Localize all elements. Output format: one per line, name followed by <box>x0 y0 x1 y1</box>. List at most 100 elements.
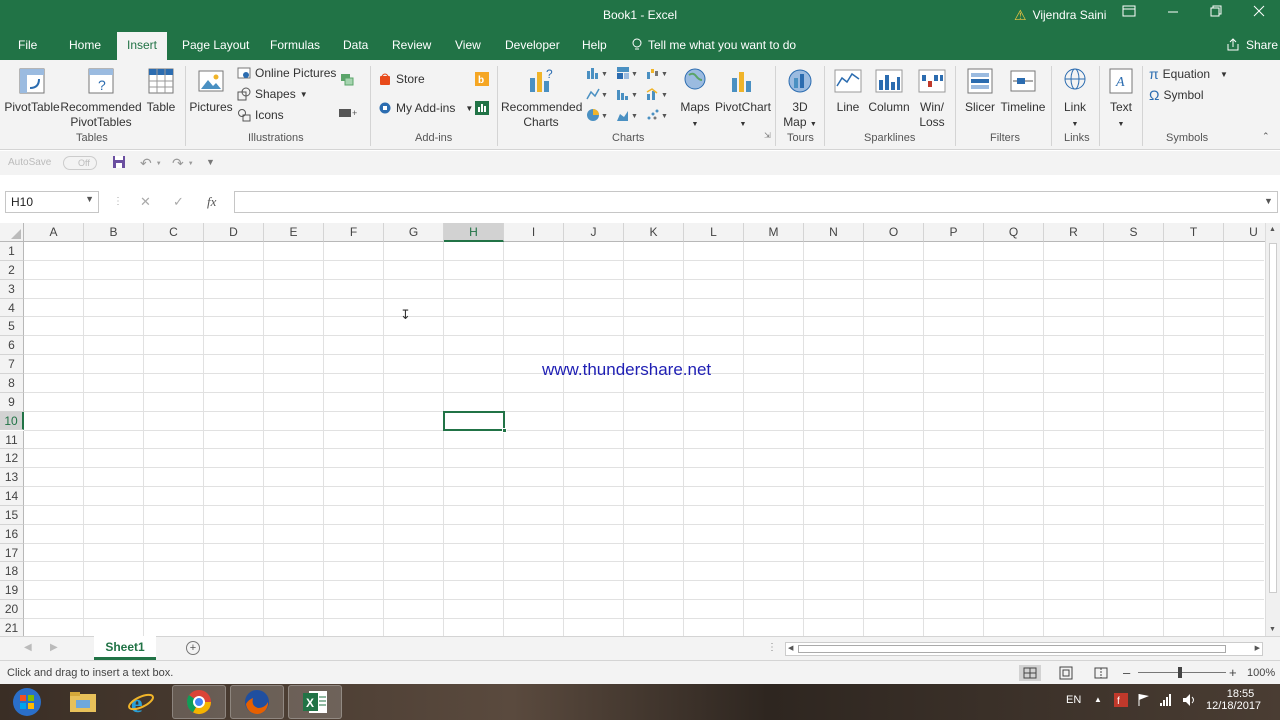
vertical-scroll-thumb[interactable] <box>1269 243 1277 593</box>
enter-entry-button[interactable]: ✓ <box>173 194 184 210</box>
pivottable-button[interactable]: PivotTable <box>4 66 60 115</box>
scatter-chart-button[interactable]: ▼ <box>646 108 668 122</box>
row-header-20[interactable]: 20 <box>0 600 24 619</box>
column-header-d[interactable]: D <box>204 223 264 242</box>
column-header-a[interactable]: A <box>24 223 84 242</box>
tell-me-search[interactable]: Tell me what you want to do <box>632 38 796 52</box>
column-header-i[interactable]: I <box>504 223 564 242</box>
line-chart-button[interactable]: ▼ <box>586 87 608 101</box>
chevron-down-icon[interactable]: ▼ <box>85 194 94 204</box>
row-header-13[interactable]: 13 <box>0 468 24 488</box>
add-sheet-button[interactable]: + <box>186 641 200 655</box>
zoom-slider-track[interactable] <box>1138 672 1226 673</box>
taskbar-firefox[interactable] <box>230 685 284 719</box>
column-header-m[interactable]: M <box>744 223 804 242</box>
minimize-button[interactable] <box>1161 5 1185 25</box>
fill-handle[interactable] <box>502 428 507 434</box>
row-header-4[interactable]: 4 <box>0 298 24 318</box>
column-header-h[interactable]: H <box>444 223 504 242</box>
row-header-16[interactable]: 16 <box>0 524 24 544</box>
show-hidden-icons-button[interactable]: ▲ <box>1094 695 1102 704</box>
link-button[interactable]: Link ▼ <box>1056 66 1094 132</box>
sparkline-line-button[interactable]: Line <box>829 66 867 115</box>
row-header-15[interactable]: 15 <box>0 505 24 525</box>
column-header-q[interactable]: Q <box>984 223 1044 242</box>
tab-file[interactable]: File <box>18 38 37 52</box>
area-chart-button[interactable]: ▼ <box>616 108 638 122</box>
collapse-ribbon-button[interactable]: ⌃ <box>1262 131 1270 142</box>
pie-chart-button[interactable]: ▼ <box>586 108 608 122</box>
network-icon[interactable] <box>1160 693 1174 710</box>
my-addins-button[interactable]: My Add-ins ▼ <box>378 101 473 115</box>
taskbar-excel[interactable]: X <box>288 685 342 719</box>
row-header-6[interactable]: 6 <box>0 336 24 356</box>
online-pictures-button[interactable]: Online Pictures <box>237 66 336 80</box>
restore-button[interactable] <box>1204 5 1228 25</box>
zoom-slider-thumb[interactable] <box>1178 667 1182 678</box>
column-header-t[interactable]: T <box>1164 223 1224 242</box>
pivotchart-button[interactable]: PivotChart ▼ <box>714 66 772 132</box>
taskbar-internet-explorer[interactable]: e <box>114 685 168 719</box>
row-header-10[interactable]: 10 <box>0 411 24 431</box>
icons-button[interactable]: Icons <box>237 108 284 122</box>
prev-sheet-icon[interactable]: ◀ <box>24 642 32 653</box>
tab-page-layout[interactable]: Page Layout <box>182 38 249 52</box>
maps-button[interactable]: Maps ▼ <box>676 66 714 132</box>
3d-map-button[interactable]: 3D Map ▼ <box>779 66 821 132</box>
row-header-19[interactable]: 19 <box>0 581 24 601</box>
taskbar-file-explorer[interactable] <box>56 685 110 719</box>
tab-bar-splitter[interactable]: ⋮ <box>767 642 777 653</box>
user-account[interactable]: ⚠ Vijendra Saini <box>1014 8 1106 22</box>
undo-button[interactable]: ↶ ▼ <box>140 155 162 172</box>
column-header-u[interactable]: U <box>1224 223 1265 242</box>
sparkline-winloss-button[interactable]: Win/ Loss <box>912 66 952 130</box>
vertical-scrollbar[interactable]: ▲ ▼ <box>1265 223 1280 636</box>
page-break-view-button[interactable] <box>1090 665 1112 681</box>
text-button[interactable]: A Text ▼ <box>1102 66 1140 132</box>
column-header-k[interactable]: K <box>624 223 684 242</box>
row-header-2[interactable]: 2 <box>0 260 24 280</box>
symbol-button[interactable]: Ω Symbol <box>1149 87 1203 103</box>
row-header-14[interactable]: 14 <box>0 487 24 506</box>
store-button[interactable]: Store <box>378 72 425 86</box>
hierarchy-chart-button[interactable]: ▼ <box>616 66 638 80</box>
close-button[interactable] <box>1247 5 1271 25</box>
row-header-12[interactable]: 12 <box>0 449 24 469</box>
scroll-right-icon[interactable]: ▶ <box>1255 644 1260 652</box>
tab-help[interactable]: Help <box>582 38 607 52</box>
sheet-tab-sheet1[interactable]: Sheet1 <box>94 636 156 660</box>
tab-developer[interactable]: Developer <box>505 38 560 52</box>
column-header-g[interactable]: G <box>384 223 444 242</box>
column-header-o[interactable]: O <box>864 223 924 242</box>
scroll-down-icon[interactable]: ▼ <box>1269 626 1276 633</box>
equation-button[interactable]: π Equation ▼ <box>1149 66 1228 82</box>
worksheet-grid[interactable]: ABCDEFGHIJKLMNOPQRSTU 1 2 3 4 5 6 7 8 9 10 11 12 13 1… <box>0 223 1265 636</box>
row-header-17[interactable]: 17 <box>0 543 24 563</box>
column-header-n[interactable]: N <box>804 223 864 242</box>
recommended-pivottables-button[interactable]: ? Recommended PivotTables <box>60 66 142 130</box>
input-language[interactable]: EN <box>1066 694 1081 706</box>
shapes-button[interactable]: Shapes ▼ <box>237 87 308 101</box>
tab-data[interactable]: Data <box>343 38 368 52</box>
start-button[interactable] <box>0 685 54 719</box>
horizontal-scroll-thumb[interactable] <box>798 645 1226 653</box>
column-header-p[interactable]: P <box>924 223 984 242</box>
combo-chart-button[interactable]: ▼ <box>646 87 668 101</box>
tab-home[interactable]: Home <box>69 38 101 52</box>
sparkline-column-button[interactable]: Column <box>867 66 911 115</box>
people-graph-button[interactable] <box>475 101 489 115</box>
zoom-level[interactable]: 100% <box>1247 667 1275 679</box>
row-header-11[interactable]: 11 <box>0 430 24 450</box>
row-header-21[interactable]: 21 <box>0 619 24 636</box>
share-button[interactable]: Share <box>1226 38 1278 52</box>
column-header-e[interactable]: E <box>264 223 324 242</box>
cancel-entry-button[interactable]: ✕ <box>140 194 151 210</box>
clock[interactable]: 18:55 12/18/2017 <box>1206 688 1261 712</box>
column-chart-button[interactable]: ▼ <box>586 66 608 80</box>
column-header-j[interactable]: J <box>564 223 624 242</box>
column-header-s[interactable]: S <box>1104 223 1164 242</box>
autosave-toggle[interactable]: Off <box>63 156 97 170</box>
row-header-3[interactable]: 3 <box>0 279 24 299</box>
scroll-up-icon[interactable]: ▲ <box>1269 226 1276 233</box>
column-header-l[interactable]: L <box>684 223 744 242</box>
